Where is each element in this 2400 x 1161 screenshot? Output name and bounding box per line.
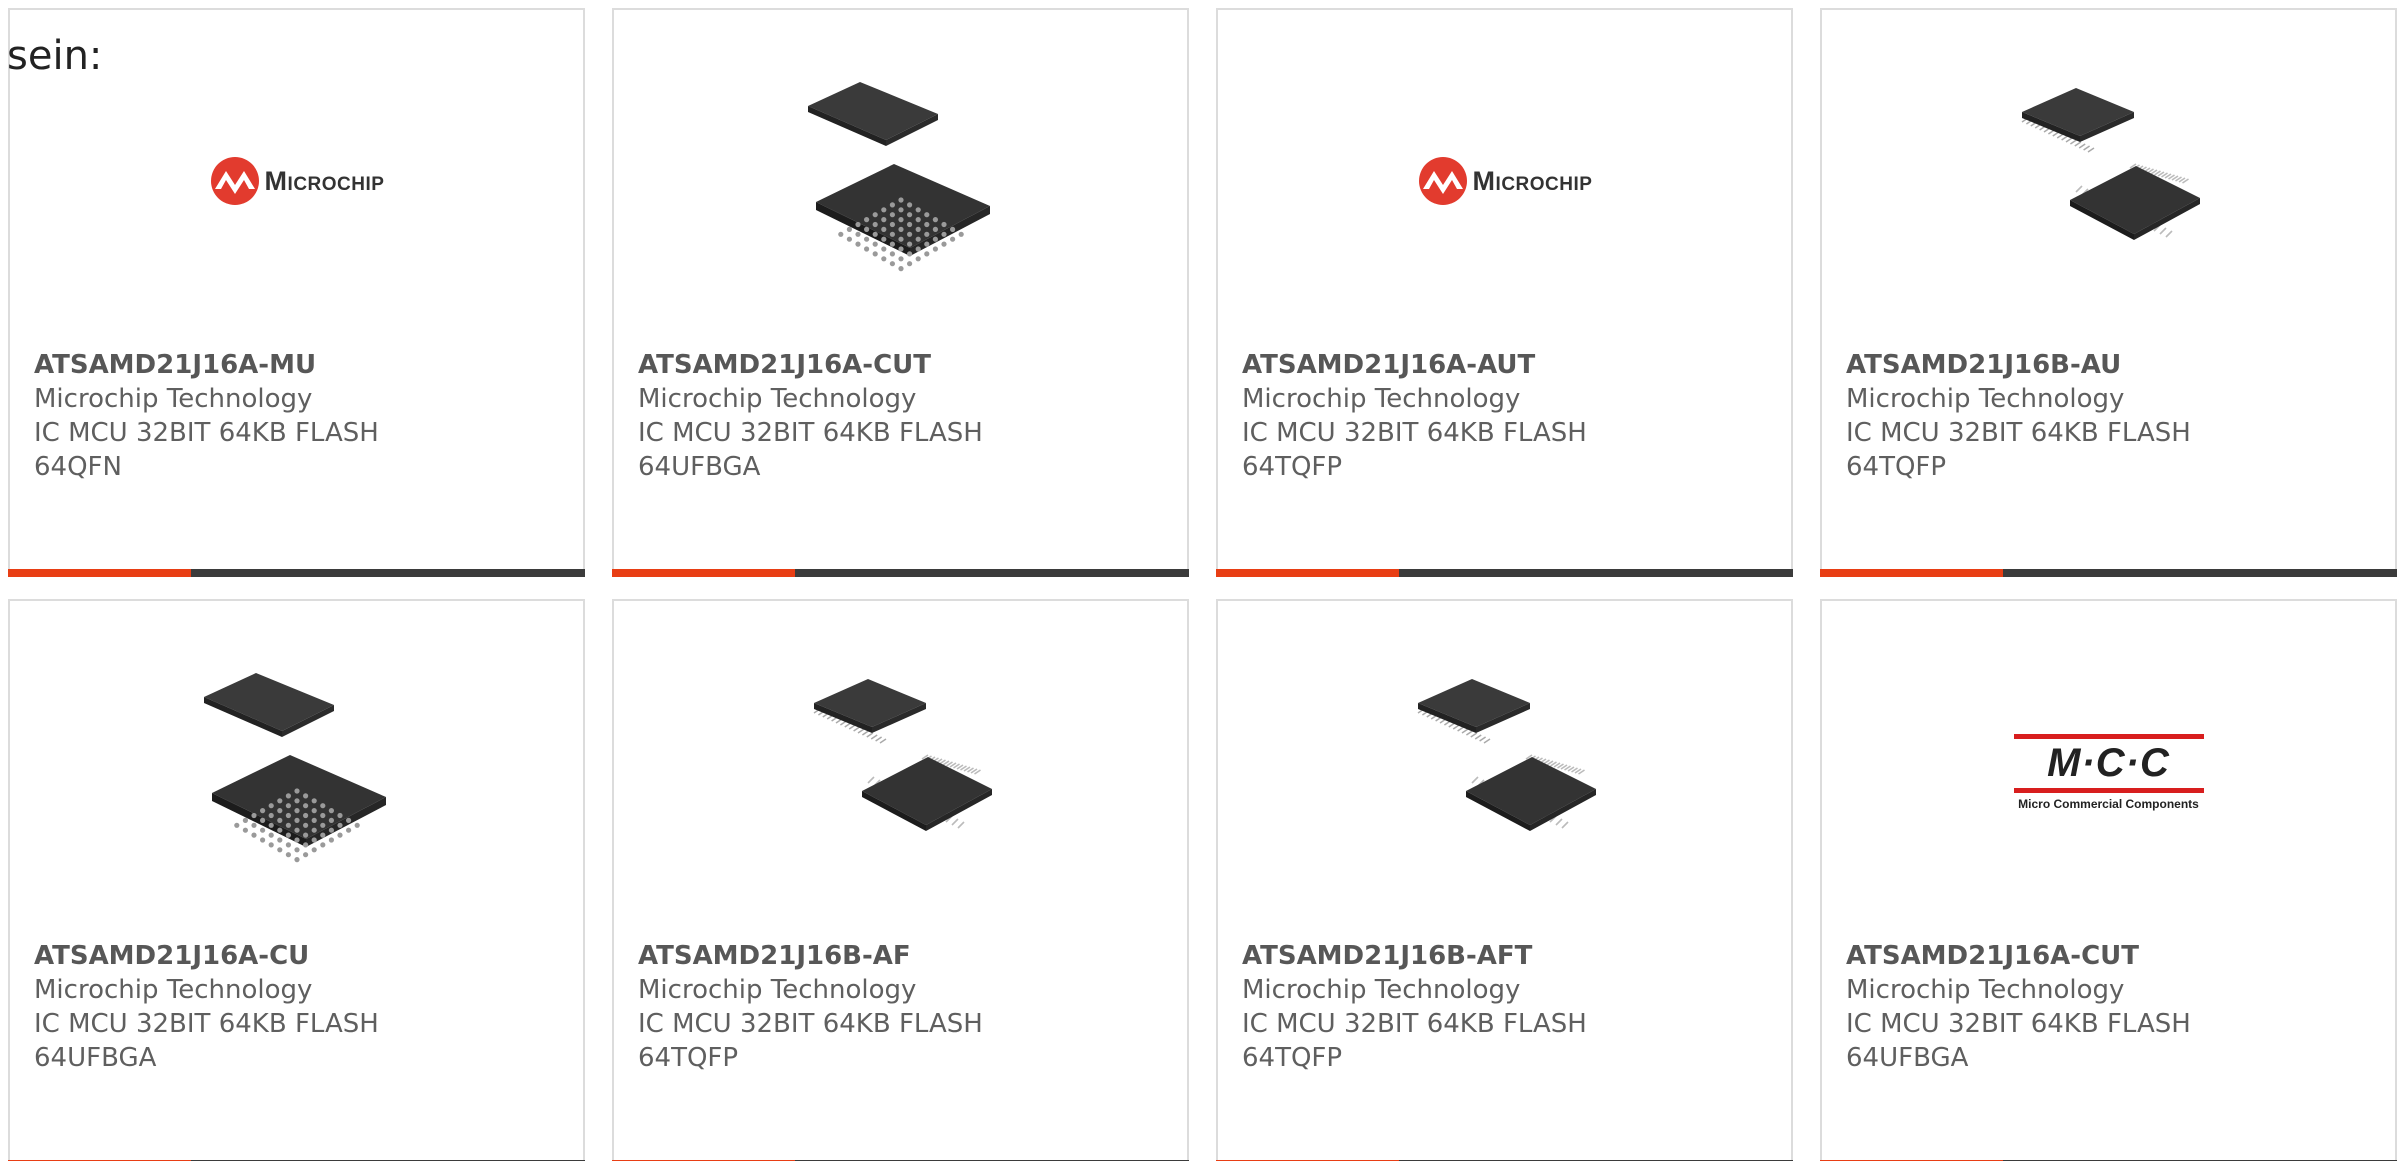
card-bottom-bar bbox=[1820, 569, 2397, 577]
part-number[interactable]: ATSAMD21J16A-MU bbox=[34, 348, 559, 382]
product-grid: Microchip ATSAMD21J16A-MU Microchip Tech… bbox=[8, 8, 2397, 1161]
product-description: IC MCU 32BIT 64KB FLASH 64TQFP bbox=[638, 1009, 983, 1073]
product-description: IC MCU 32BIT 64KB FLASH 64UFBGA bbox=[638, 418, 983, 482]
product-info: ATSAMD21J16B-AF Microchip Technology IC … bbox=[638, 939, 1163, 1075]
product-card[interactable]: ATSAMD21J16A-CU Microchip Technology IC … bbox=[8, 599, 585, 1161]
card-accent-bar bbox=[612, 569, 795, 577]
manufacturer-name: Microchip Technology bbox=[1242, 384, 1521, 414]
manufacturer-name: Microchip Technology bbox=[1846, 975, 2125, 1005]
manufacturer-name: Microchip Technology bbox=[34, 975, 313, 1005]
card-accent-bar bbox=[1216, 569, 1399, 577]
manufacturer-name: Microchip Technology bbox=[1846, 384, 2125, 414]
mcc-bottom-rule bbox=[2013, 787, 2204, 793]
bga-chip-icon bbox=[203, 673, 386, 863]
mcc-subtitle: Micro Commercial Components bbox=[2018, 796, 2199, 811]
product-image bbox=[1402, 669, 1608, 875]
product-info: ATSAMD21J16B-AFT Microchip Technology IC… bbox=[1242, 939, 1767, 1075]
tqfp-chip-icon bbox=[1417, 679, 1596, 831]
part-number[interactable]: ATSAMD21J16B-AF bbox=[638, 939, 1163, 973]
part-number[interactable]: ATSAMD21J16B-AU bbox=[1846, 348, 2371, 382]
product-image bbox=[798, 669, 1004, 875]
microchip-wordmark: Microchip bbox=[1472, 165, 1593, 196]
product-card[interactable]: M·C·C Micro Commercial Components ATSAMD2… bbox=[1820, 599, 2397, 1161]
part-number[interactable]: ATSAMD21J16A-CUT bbox=[1846, 939, 2371, 973]
product-info: ATSAMD21J16A-CUT Microchip Technology IC… bbox=[638, 348, 1163, 484]
manufacturer-name: Microchip Technology bbox=[638, 975, 917, 1005]
manufacturer-name: Microchip Technology bbox=[638, 384, 917, 414]
tqfp-chip-icon bbox=[813, 679, 992, 831]
part-number[interactable]: ATSAMD21J16A-CU bbox=[34, 939, 559, 973]
product-image bbox=[194, 669, 400, 875]
product-info: ATSAMD21J16A-AUT Microchip Technology IC… bbox=[1242, 348, 1767, 484]
microchip-mark-icon bbox=[210, 157, 259, 205]
product-info: ATSAMD21J16A-MU Microchip Technology IC … bbox=[34, 348, 559, 484]
product-image: Microchip bbox=[1402, 78, 1608, 284]
mcc-logo: M·C·C Micro Commercial Components bbox=[2009, 733, 2209, 811]
microchip-wordmark: Microchip bbox=[264, 165, 385, 196]
product-image: M·C·C Micro Commercial Components bbox=[2006, 669, 2212, 875]
product-info: ATSAMD21J16A-CUT Microchip Technology IC… bbox=[1846, 939, 2371, 1075]
tqfp-chip-icon bbox=[2021, 88, 2200, 240]
part-number[interactable]: ATSAMD21J16B-AFT bbox=[1242, 939, 1767, 973]
product-description: IC MCU 32BIT 64KB FLASH 64UFBGA bbox=[34, 1009, 379, 1073]
bga-chip-icon bbox=[807, 82, 990, 272]
microchip-logo: Microchip bbox=[1417, 155, 1593, 207]
product-description: IC MCU 32BIT 64KB FLASH 64TQFP bbox=[1846, 418, 2191, 482]
product-card[interactable]: ATSAMD21J16B-AF Microchip Technology IC … bbox=[612, 599, 1189, 1161]
card-bottom-bar bbox=[8, 569, 585, 577]
manufacturer-name: Microchip Technology bbox=[1242, 975, 1521, 1005]
product-description: IC MCU 32BIT 64KB FLASH 64TQFP bbox=[1242, 418, 1587, 482]
product-image bbox=[2006, 78, 2212, 284]
product-description: IC MCU 32BIT 64KB FLASH 64QFN bbox=[34, 418, 379, 482]
manufacturer-name: Microchip Technology bbox=[34, 384, 313, 414]
mcc-letters: M·C·C bbox=[2047, 740, 2170, 785]
card-bottom-bar bbox=[612, 569, 1189, 577]
product-image bbox=[798, 78, 1004, 284]
part-number[interactable]: ATSAMD21J16A-CUT bbox=[638, 348, 1163, 382]
product-image: Microchip bbox=[194, 78, 400, 284]
product-card[interactable]: Microchip ATSAMD21J16A-AUT Microchip Tec… bbox=[1216, 8, 1793, 577]
product-description: IC MCU 32BIT 64KB FLASH 64UFBGA bbox=[1846, 1009, 2191, 1073]
part-number[interactable]: ATSAMD21J16A-AUT bbox=[1242, 348, 1767, 382]
card-accent-bar bbox=[8, 569, 191, 577]
product-info: ATSAMD21J16B-AU Microchip Technology IC … bbox=[1846, 348, 2371, 484]
page: sein: Microchip ATSAMD21J16A-MU Microchi… bbox=[0, 0, 2400, 1161]
product-card[interactable]: ATSAMD21J16B-AFT Microchip Technology IC… bbox=[1216, 599, 1793, 1161]
product-card[interactable]: Microchip ATSAMD21J16A-MU Microchip Tech… bbox=[8, 8, 585, 577]
leading-text: sein: bbox=[7, 33, 103, 79]
card-accent-bar bbox=[1820, 569, 2003, 577]
product-card[interactable]: ATSAMD21J16A-CUT Microchip Technology IC… bbox=[612, 8, 1189, 577]
product-info: ATSAMD21J16A-CU Microchip Technology IC … bbox=[34, 939, 559, 1075]
microchip-logo: Microchip bbox=[209, 155, 385, 207]
product-card[interactable]: ATSAMD21J16B-AU Microchip Technology IC … bbox=[1820, 8, 2397, 577]
microchip-mark-icon bbox=[1418, 157, 1467, 205]
card-bottom-bar bbox=[1216, 569, 1793, 577]
mcc-top-rule bbox=[2013, 733, 2204, 739]
product-description: IC MCU 32BIT 64KB FLASH 64TQFP bbox=[1242, 1009, 1587, 1073]
